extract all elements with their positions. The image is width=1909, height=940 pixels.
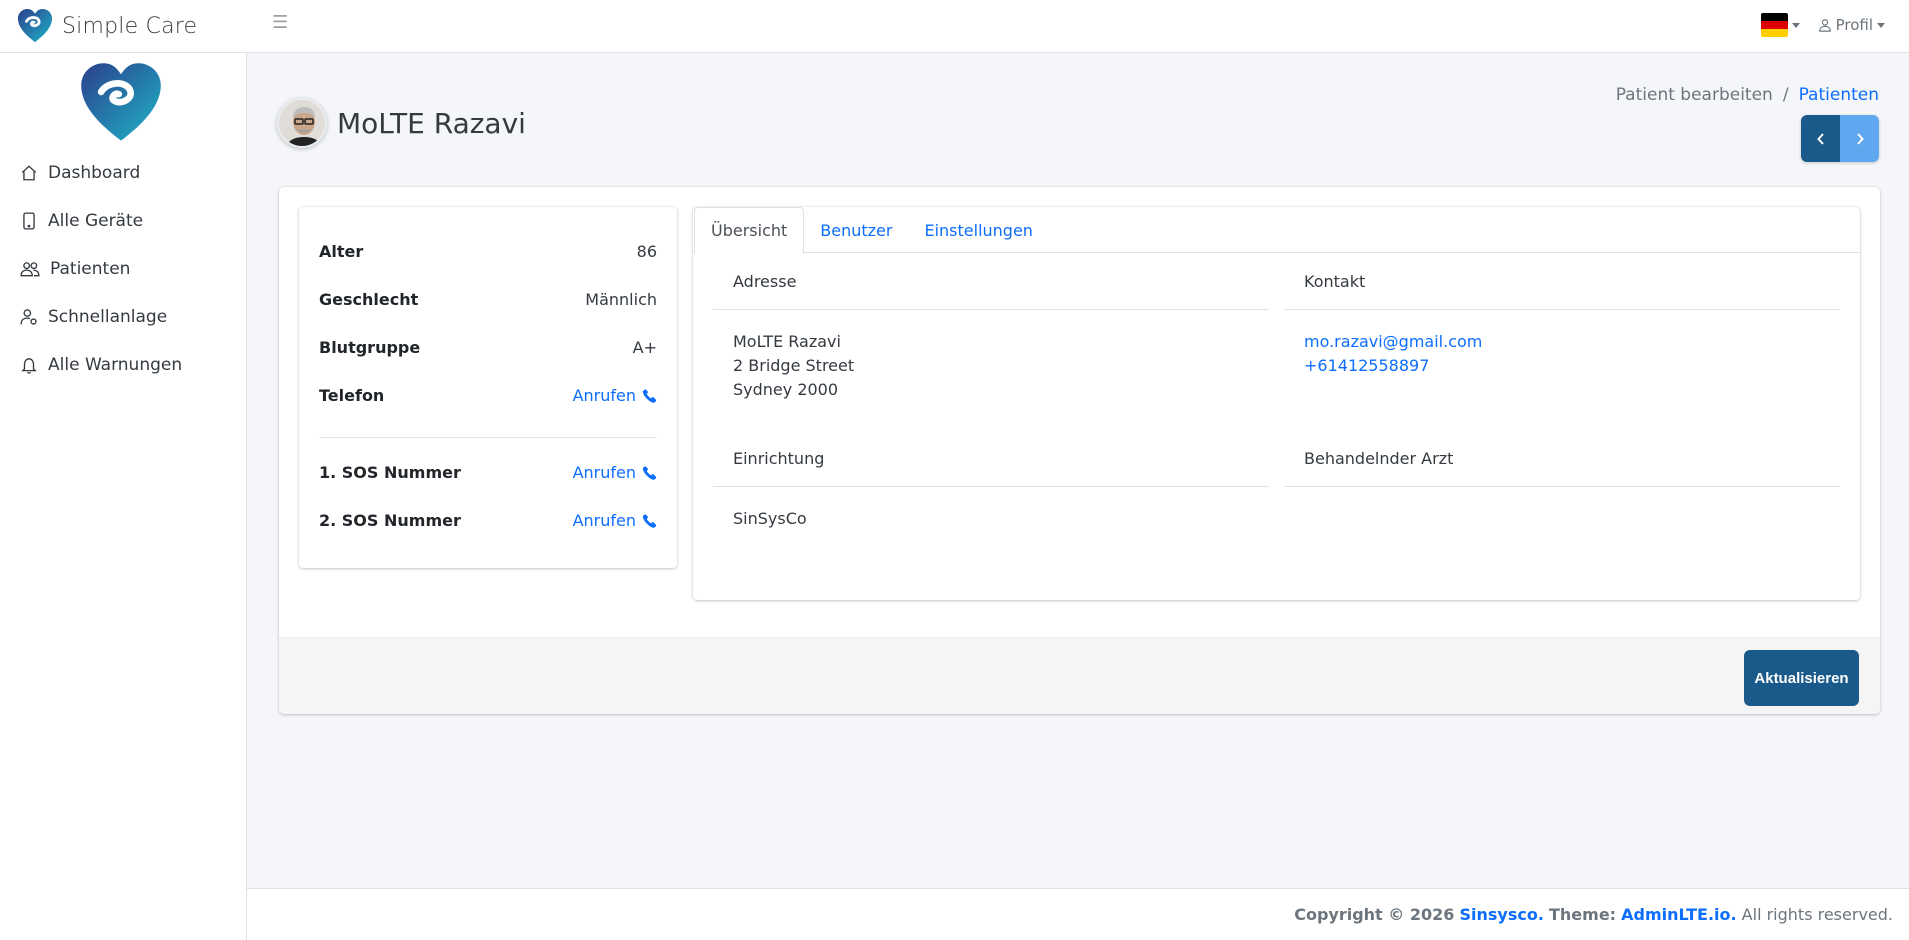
profile-dropdown[interactable]: Profil (1818, 16, 1885, 34)
sidebar-logo (76, 61, 166, 150)
footer-theme-label: Theme: (1549, 905, 1617, 924)
page-footer: Copyright © 2026 Sinsysco. Theme: AdminL… (247, 888, 1909, 940)
sidebar-item-quick-setup[interactable]: Schnellanlage (20, 293, 240, 341)
info-row-age: Alter 86 (319, 227, 657, 275)
menu-toggle-icon[interactable]: ☰ (272, 12, 288, 33)
chevron-down-icon (1791, 22, 1800, 28)
sidebar-item-warnings[interactable]: Alle Warnungen (20, 341, 240, 389)
call-label: Anrufen (572, 510, 636, 530)
user-icon (1818, 19, 1831, 32)
patient-pager (1801, 115, 1879, 162)
german-flag-icon (1760, 13, 1788, 37)
chevron-down-icon (1877, 22, 1885, 28)
sidebar-item-label: Schnellanlage (48, 307, 168, 327)
info-row-sos-2: 2. SOS Nummer Anrufen (319, 496, 657, 544)
email-link[interactable]: mo.razavi@gmail.com (1304, 330, 1820, 354)
next-patient-button[interactable] (1840, 115, 1879, 162)
breadcrumb-link-patients[interactable]: Patienten (1799, 85, 1879, 105)
address-line: Sydney 2000 (733, 380, 839, 399)
sidebar-item-dashboard[interactable]: Dashboard (20, 149, 240, 197)
info-label: 2. SOS Nummer (319, 510, 461, 530)
sidebar-item-label: Alle Geräte (48, 211, 144, 231)
update-button[interactable]: Aktualisieren (1744, 650, 1859, 706)
card-footer: Aktualisieren (279, 637, 1880, 714)
info-label: 1. SOS Nummer (319, 462, 461, 482)
contact-section: Kontakt mo.razavi@gmail.com +61412558897 (1284, 254, 1840, 378)
sidebar-item-devices[interactable]: Alle Geräte (20, 197, 240, 245)
brand-name: Simple Care (62, 13, 198, 39)
main-content: MoLTE Razavi Patient bearbeiten / Patien… (247, 53, 1909, 888)
top-navbar: Simple Care ☰ Profil (0, 0, 1909, 53)
sidebar: Dashboard Alle Geräte Patienten Schnella… (0, 53, 247, 940)
bell-icon (21, 358, 37, 374)
info-value: Männlich (585, 289, 657, 309)
address-line: MoLTE Razavi (733, 332, 841, 351)
breadcrumb: Patient bearbeiten / Patienten (1616, 85, 1879, 105)
chevron-right-icon (1856, 132, 1864, 145)
tab-users[interactable]: Benutzer (804, 207, 908, 253)
info-label: Blutgruppe (319, 337, 421, 357)
footer-copyright: Copyright © 2026 (1294, 905, 1455, 924)
page-title: MoLTE Razavi (337, 106, 526, 140)
info-label: Alter (319, 241, 364, 261)
address-section: Adresse MoLTE Razavi 2 Bridge Street Syd… (713, 254, 1269, 402)
call-phone-link[interactable]: Anrufen (573, 386, 657, 405)
facility-section: Einrichtung SinSysCo (713, 431, 1269, 531)
tablet-icon (23, 212, 35, 230)
heart-logo-icon (81, 63, 161, 141)
phone-icon (642, 465, 657, 480)
facility-value: SinSysCo (733, 509, 807, 528)
info-row-phone: Telefon Anrufen (319, 371, 657, 419)
sidebar-item-label: Patienten (50, 259, 131, 279)
section-heading: Einrichtung (713, 431, 1269, 487)
patient-avatar (277, 98, 327, 148)
section-heading: Behandelnder Arzt (1284, 431, 1840, 487)
breadcrumb-separator: / (1782, 85, 1789, 105)
section-heading: Adresse (713, 254, 1269, 310)
call-label: Anrufen (572, 385, 636, 405)
info-row-sos-1: 1. SOS Nummer Anrufen (319, 448, 657, 496)
chevron-left-icon (1816, 132, 1824, 145)
divider (319, 437, 657, 438)
profile-label: Profil (1835, 16, 1873, 34)
footer-rights: All rights reserved. (1741, 905, 1893, 924)
brand-link[interactable]: Simple Care (16, 4, 197, 48)
tab-settings[interactable]: Einstellungen (908, 207, 1048, 253)
sidebar-item-label: Alle Warnungen (48, 355, 183, 375)
people-icon (20, 262, 40, 277)
address-line: 2 Bridge Street (733, 356, 855, 375)
previous-patient-button[interactable] (1801, 115, 1840, 162)
info-value: 86 (636, 241, 657, 261)
footer-text: Copyright © 2026 Sinsysco. Theme: AdminL… (1294, 905, 1893, 924)
tab-overview[interactable]: Übersicht (694, 207, 805, 254)
breadcrumb-current: Patient bearbeiten (1615, 85, 1773, 105)
info-label: Telefon (319, 385, 385, 405)
patient-card: Alter 86 Geschlecht Männlich Blutgruppe … (279, 187, 1880, 714)
footer-company-link[interactable]: Sinsysco. (1459, 905, 1543, 924)
call-sos-1-link[interactable]: Anrufen (573, 463, 657, 482)
section-heading: Kontakt (1284, 254, 1840, 310)
phone-link[interactable]: +61412558897 (1304, 354, 1820, 378)
phone-icon (642, 513, 657, 528)
call-label: Anrufen (572, 462, 636, 482)
info-value: A+ (632, 337, 657, 357)
patient-info-box: Alter 86 Geschlecht Männlich Blutgruppe … (299, 207, 677, 568)
sidebar-item-label: Dashboard (48, 163, 141, 183)
call-sos-2-link[interactable]: Anrufen (573, 511, 657, 530)
language-dropdown[interactable] (1760, 13, 1800, 37)
footer-theme-link[interactable]: AdminLTE.io. (1621, 905, 1736, 924)
doctor-section: Behandelnder Arzt (1284, 431, 1840, 507)
user-gear-icon (20, 309, 37, 325)
heart-logo-icon (17, 8, 53, 43)
sidebar-item-patients[interactable]: Patienten (20, 245, 240, 293)
info-label: Geschlecht (319, 289, 419, 309)
phone-icon (642, 388, 657, 403)
info-row-gender: Geschlecht Männlich (319, 275, 657, 323)
info-row-blood-type: Blutgruppe A+ (319, 323, 657, 371)
tab-bar: Übersicht Benutzer Einstellungen (693, 207, 1860, 254)
home-icon (21, 165, 37, 181)
tabs-panel: Übersicht Benutzer Einstellungen Adresse… (693, 207, 1860, 600)
